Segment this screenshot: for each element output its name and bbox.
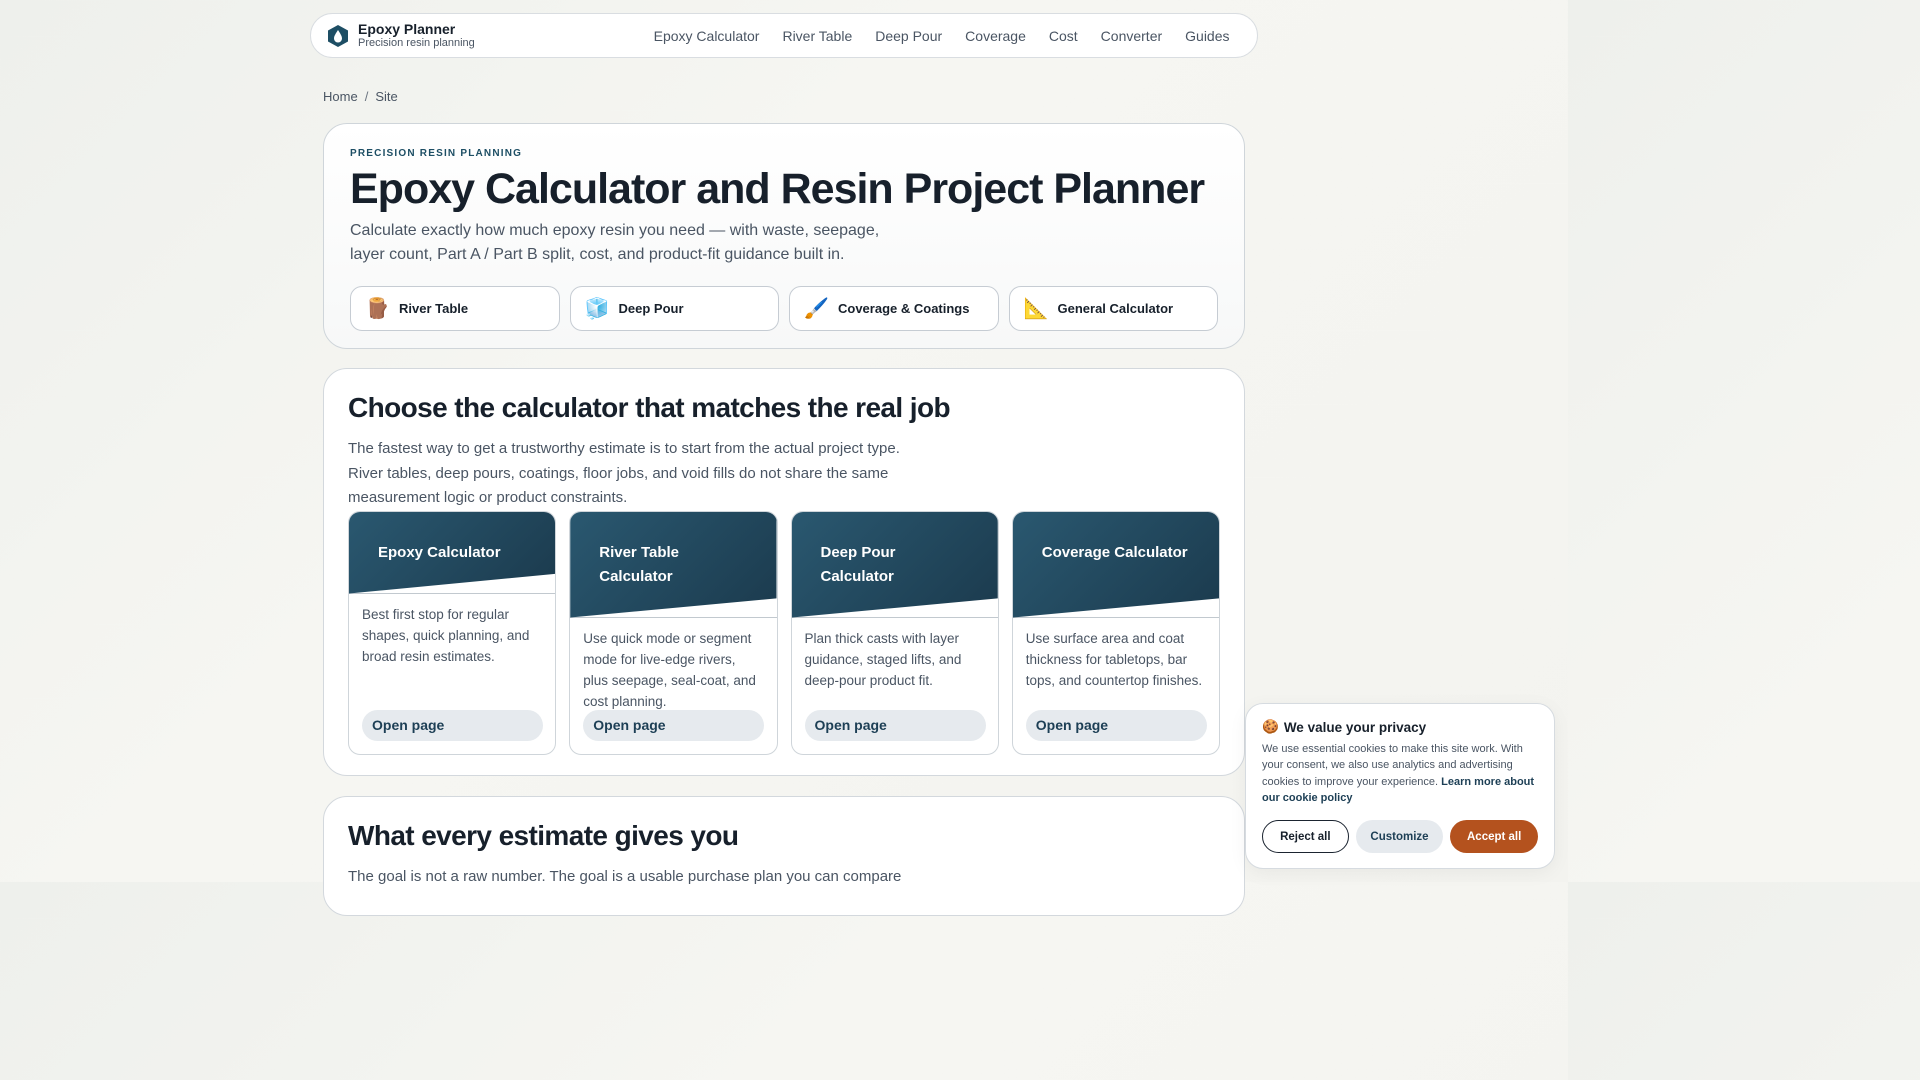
brand-name: Epoxy Planner: [358, 21, 456, 37]
cookie-actions: Reject all Customize Accept all: [1262, 820, 1538, 854]
calculator-card-deep-pour[interactable]: Deep Pour Calculator Plan thick casts wi…: [790, 510, 999, 755]
calculator-card-epoxy[interactable]: Epoxy Calculator Best first stop for reg…: [348, 510, 557, 755]
nav-link-guides[interactable]: Guides: [1174, 28, 1241, 44]
calculator-card-river-table[interactable]: River Table Calculator Use quick mode or…: [569, 510, 778, 755]
open-page-button[interactable]: Open page: [1025, 709, 1207, 741]
hero-eyebrow: PRECISION RESIN PLANNING: [350, 148, 523, 159]
quick-link-coverage[interactable]: 🖌️ Coverage & Coatings: [789, 286, 999, 331]
quick-link-river-table[interactable]: 🪵 River Table: [350, 286, 560, 331]
card-header: Deep Pour Calculator: [791, 511, 998, 618]
open-page-button[interactable]: Open page: [362, 709, 543, 741]
calculator-cards: Epoxy Calculator Best first stop for reg…: [348, 510, 1220, 755]
brand[interactable]: Epoxy Planner Precision resin planning: [327, 21, 475, 50]
reject-all-button[interactable]: Reject all: [1262, 820, 1349, 854]
main-menu: Epoxy Calculator River Table Deep Pour C…: [642, 28, 1241, 44]
section-description: The fastest way to get a trustworthy est…: [348, 440, 900, 506]
section-description: The goal is not a raw number. The goal i…: [348, 868, 902, 885]
choose-calculator-section: Choose the calculator that matches the r…: [323, 368, 1245, 776]
accept-all-button[interactable]: Accept all: [1450, 820, 1538, 854]
cookie-title-text: We value your privacy: [1283, 719, 1427, 735]
nav-link-cost[interactable]: Cost: [1037, 28, 1089, 44]
top-navigation: Epoxy Planner Precision resin planning E…: [310, 13, 1258, 58]
section-title: What every estimate gives you: [348, 820, 739, 851]
customize-button[interactable]: Customize: [1355, 820, 1444, 854]
quick-link-label: Deep Pour: [618, 301, 684, 316]
card-header: River Table Calculator: [570, 511, 777, 618]
breadcrumb-separator: /: [364, 89, 369, 104]
open-page-button[interactable]: Open page: [804, 709, 986, 741]
breadcrumb: Home / Site: [323, 89, 398, 104]
quick-link-general-calculator[interactable]: 📐 General Calculator: [1008, 286, 1218, 331]
paintbrush-icon: 🖌️: [804, 298, 829, 320]
cookie-icon: 🍪: [1262, 719, 1279, 734]
quick-link-label: General Calculator: [1057, 301, 1174, 316]
card-header: Epoxy Calculator: [349, 511, 556, 594]
calculator-card-coverage[interactable]: Coverage Calculator Use surface area and…: [1011, 510, 1220, 755]
quick-link-deep-pour[interactable]: 🧊 Deep Pour: [569, 286, 779, 331]
triangle-ruler-icon: 📐: [1023, 298, 1049, 320]
cookie-text: We use essential cookies to make this si…: [1262, 741, 1538, 806]
cookie-consent-banner: 🍪 We value your privacy We use essential…: [1245, 703, 1555, 869]
quick-link-label: River Table: [399, 301, 469, 316]
section-title: Choose the calculator that matches the r…: [348, 392, 951, 423]
nav-link-converter[interactable]: Converter: [1089, 28, 1173, 44]
ice-cube-icon: 🧊: [584, 298, 610, 320]
page-title: Epoxy Calculator and Resin Project Plann…: [350, 165, 1205, 213]
breadcrumb-home[interactable]: Home: [323, 89, 358, 104]
drop-logo-icon: [328, 24, 348, 47]
quick-link-label: Coverage & Coatings: [838, 301, 970, 316]
open-page-button[interactable]: Open page: [583, 709, 765, 741]
quick-links: 🪵 River Table 🧊 Deep Pour 🖌️ Coverage & …: [350, 286, 1218, 331]
hero-section: PRECISION RESIN PLANNING Epoxy Calculato…: [323, 123, 1245, 349]
cookie-title: 🍪 We value your privacy: [1262, 719, 1538, 735]
estimate-benefits-section: What every estimate gives you The goal i…: [323, 796, 1245, 916]
wood-log-icon: 🪵: [365, 298, 390, 320]
nav-link-river-table[interactable]: River Table: [771, 28, 864, 44]
hero-lead: Calculate exactly how much epoxy resin y…: [350, 222, 880, 263]
card-header: Coverage Calculator: [1012, 511, 1219, 618]
nav-link-deep-pour[interactable]: Deep Pour: [864, 28, 954, 44]
nav-link-epoxy-calculator[interactable]: Epoxy Calculator: [642, 28, 771, 44]
breadcrumb-current: Site: [375, 89, 398, 104]
nav-link-coverage[interactable]: Coverage: [954, 28, 1038, 44]
brand-tagline: Precision resin planning: [358, 37, 475, 49]
